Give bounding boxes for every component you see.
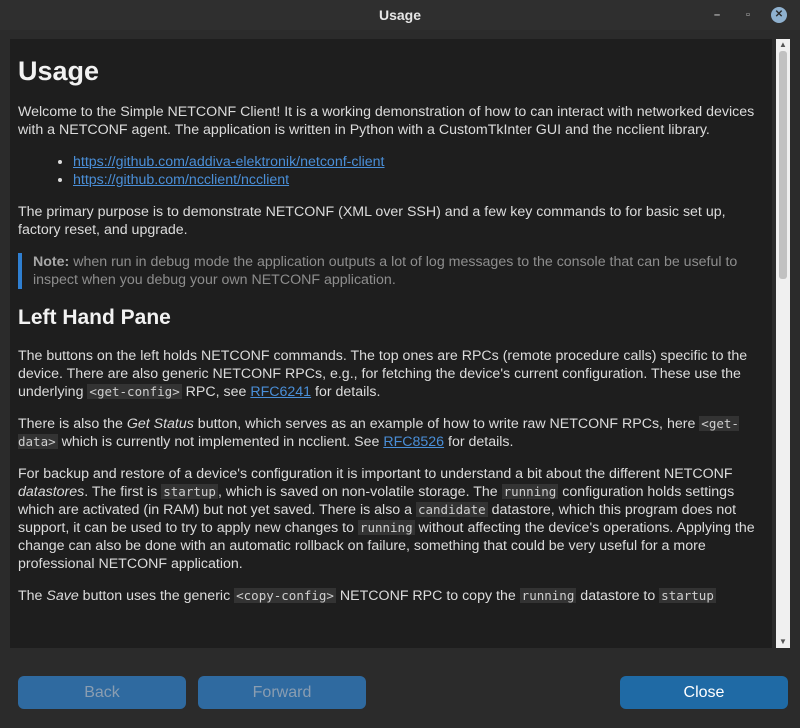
text-run: for details. — [311, 384, 381, 400]
vertical-scrollbar[interactable]: ▲ ▼ — [776, 39, 790, 648]
forward-button[interactable]: Forward — [198, 676, 366, 709]
emphasis: Get Status — [126, 416, 194, 432]
code-copy-config: <copy-config> — [234, 588, 336, 603]
code-running: running — [357, 520, 415, 535]
scroll-up-icon[interactable]: ▲ — [776, 39, 790, 51]
text-run: NETCONF RPC to copy the — [335, 588, 520, 604]
close-window-icon[interactable]: ✕ — [771, 7, 787, 23]
back-button[interactable]: Back — [18, 676, 186, 709]
list-item: https://github.com/ncclient/ncclient — [73, 171, 764, 189]
code-get-config: <get-config> — [87, 384, 182, 399]
code-running: running — [519, 588, 577, 603]
code-startup: startup — [659, 588, 716, 603]
link-list: https://github.com/addiva-elektronik/net… — [18, 153, 764, 189]
code-startup: startup — [161, 484, 218, 499]
note-text: when run in debug mode the application o… — [33, 254, 738, 288]
text-run: There is also the — [18, 416, 127, 432]
minimize-icon[interactable]: – — [709, 7, 725, 23]
maximize-icon[interactable]: ▫ — [740, 7, 756, 23]
window-title: Usage — [378, 7, 422, 23]
code-running: running — [501, 484, 559, 499]
text-run: For backup and restore of a device's con… — [18, 466, 733, 482]
text-run: . The first is — [84, 484, 162, 500]
title-bar: Usage – ▫ ✕ — [0, 0, 800, 30]
text-run: , which is saved on non-volatile storage… — [217, 484, 502, 500]
text-run: button uses the generic — [78, 588, 235, 604]
datastores-paragraph: For backup and restore of a device's con… — [18, 465, 764, 573]
get-status-paragraph: There is also the Get Status button, whi… — [18, 415, 764, 451]
text-run: datastore to — [576, 588, 660, 604]
section-heading-left-hand-pane: Left Hand Pane — [18, 306, 171, 329]
text-run: which is currently not implemented in nc… — [57, 434, 384, 450]
help-content-pane[interactable]: Usage Welcome to the Simple NETCONF Clie… — [10, 39, 772, 648]
code-candidate: candidate — [415, 502, 488, 517]
scrollbar-thumb[interactable] — [779, 51, 787, 279]
save-paragraph: The Save button uses the generic <copy-c… — [18, 587, 764, 605]
note-callout: Note: when run in debug mode the applica… — [18, 253, 764, 289]
text-run: for details. — [444, 434, 514, 450]
netconf-client-link[interactable]: https://github.com/addiva-elektronik/net… — [73, 154, 385, 170]
text-run: button, which serves as an example of ho… — [193, 416, 700, 432]
page-title: Usage — [18, 56, 100, 86]
note-label: Note: — [33, 254, 70, 270]
emphasis: datastores — [18, 484, 85, 500]
help-document: Usage Welcome to the Simple NETCONF Clie… — [10, 55, 772, 605]
scroll-down-icon[interactable]: ▼ — [776, 636, 790, 648]
close-button[interactable]: Close — [620, 676, 788, 709]
text-run: RPC, see — [181, 384, 251, 400]
emphasis: Save — [46, 588, 79, 604]
intro-paragraph: Welcome to the Simple NETCONF Client! It… — [18, 104, 755, 138]
purpose-paragraph: The primary purpose is to demonstrate NE… — [18, 204, 726, 238]
list-item: https://github.com/addiva-elektronik/net… — [73, 153, 764, 171]
text-run: The — [18, 588, 47, 604]
rfc8526-link[interactable]: RFC8526 — [383, 434, 444, 450]
buttons-paragraph: The buttons on the left holds NETCONF co… — [18, 347, 764, 401]
rfc6241-link[interactable]: RFC6241 — [250, 384, 311, 400]
ncclient-link[interactable]: https://github.com/ncclient/ncclient — [73, 172, 289, 188]
